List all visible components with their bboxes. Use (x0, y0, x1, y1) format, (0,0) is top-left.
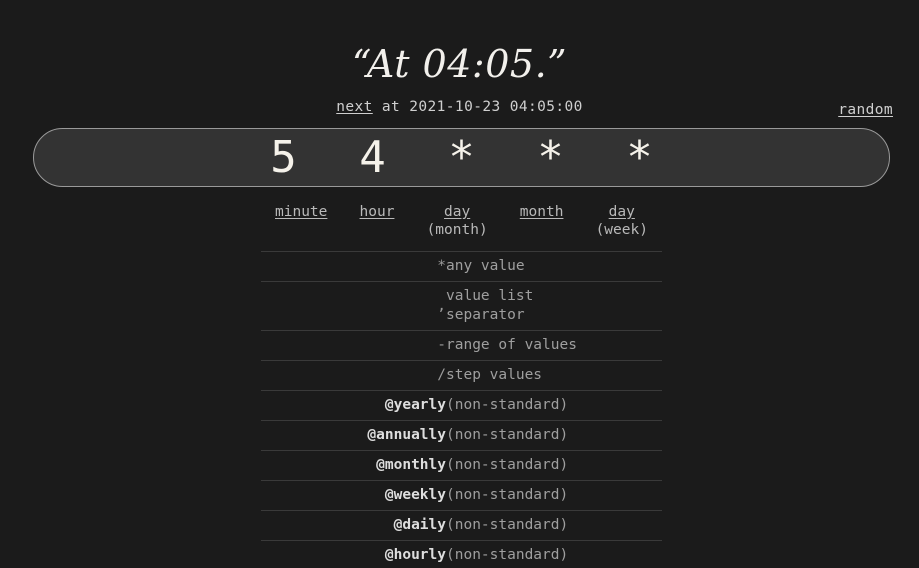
cron-legend-table: * any value , value list separator - ran… (261, 251, 662, 568)
table-row: - range of values (261, 330, 662, 361)
random-link[interactable]: random (838, 102, 893, 118)
legend-description: (non-standard) (446, 397, 569, 413)
cron-field-header-day-of-month[interactable]: day (month) (427, 203, 488, 239)
legend-description: range of values (446, 337, 577, 353)
legend-symbol: , (437, 297, 446, 314)
legend-description: step values (446, 367, 543, 383)
legend-symbol: / (437, 367, 446, 383)
legend-symbol: * (437, 258, 446, 274)
cron-field-headers: minute hour day (month) month day (week) (261, 203, 662, 251)
cron-field-header-sublabel: (month) (426, 222, 488, 238)
cron-field-header-sublabel: (week) (595, 222, 648, 238)
table-row: / step values (261, 360, 662, 391)
next-run-timestamp: at 2021-10-23 04:05:00 (372, 99, 583, 115)
legend-description: (non-standard) (446, 517, 569, 533)
legend-symbol[interactable]: @daily (261, 511, 446, 541)
table-row: @monthly (non-standard) (261, 450, 662, 481)
cron-expression-page: “At 04:05.” next at 2021-10-23 04:05:00 … (0, 0, 919, 568)
legend-symbol[interactable]: @monthly (261, 451, 446, 481)
cron-field-header-minute[interactable]: minute (275, 203, 327, 221)
legend-symbol[interactable]: @annually (261, 421, 446, 451)
page-title: “At 04:05.” (351, 42, 568, 86)
legend-description: any value (446, 258, 525, 274)
next-run-line: next at 2021-10-23 04:05:00 (0, 99, 919, 115)
table-row: , value list separator (261, 281, 662, 331)
next-link[interactable]: next (336, 99, 373, 115)
legend-symbol[interactable]: @yearly (261, 391, 446, 421)
legend-description: (non-standard) (446, 457, 569, 473)
cron-field-header-day-of-week[interactable]: day (week) (596, 203, 648, 239)
cron-field-header-label: day (608, 204, 635, 220)
legend-symbol[interactable]: @hourly (261, 541, 446, 568)
table-row: @weekly (non-standard) (261, 480, 662, 511)
legend-description: (non-standard) (446, 547, 569, 563)
legend-description: (non-standard) (446, 427, 569, 443)
legend-description: (non-standard) (446, 487, 569, 503)
cron-field-header-label: month (519, 204, 564, 220)
table-row: @daily (non-standard) (261, 510, 662, 541)
cron-field-header-label: hour (359, 204, 395, 220)
table-row: @annually (non-standard) (261, 420, 662, 451)
cron-field-header-label: day (444, 204, 471, 220)
legend-description: value list separator (446, 288, 534, 323)
cron-field-header-label: minute (275, 204, 328, 220)
table-row: * any value (261, 251, 662, 282)
legend-symbol: - (437, 337, 446, 353)
cron-input[interactable]: 5 4 * * * (33, 128, 890, 187)
table-row: @hourly (non-standard) (261, 540, 662, 568)
cron-input-value: 5 4 * * * (270, 131, 671, 183)
cron-field-header-hour[interactable]: hour (360, 203, 395, 221)
cron-field-header-month[interactable]: month (520, 203, 564, 221)
table-row: @yearly (non-standard) (261, 390, 662, 421)
legend-symbol[interactable]: @weekly (261, 481, 446, 511)
cron-reference-sheet: minute hour day (month) month day (week) (261, 203, 662, 568)
